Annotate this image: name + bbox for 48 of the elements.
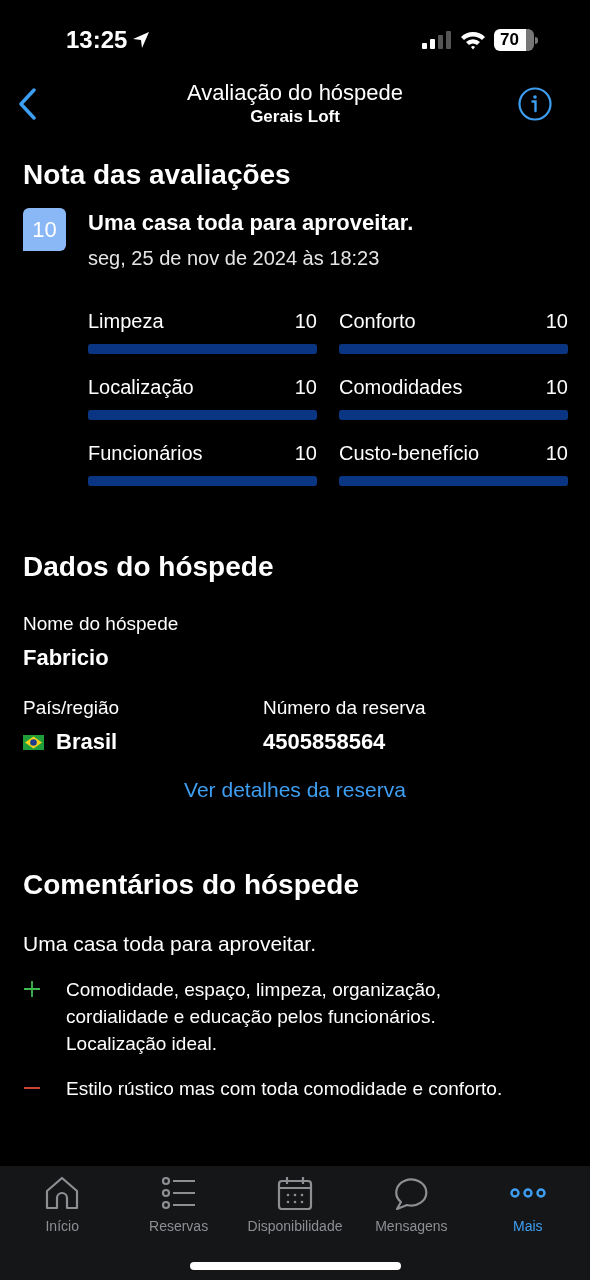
page-title: Avaliação do hóspede <box>186 80 404 106</box>
category-score: 10 <box>294 309 317 334</box>
category-label: Custo-benefício <box>339 441 480 466</box>
comment-text: Comodidade, espaço, limpeza, organização, cordialidade e educação pelos funcionários. Localização ideal. <box>66 978 442 1056</box>
signal-icon <box>422 31 452 49</box>
section-title: Nota das avaliações <box>23 158 292 192</box>
chat-bubble-icon <box>393 1176 430 1210</box>
details-link[interactable]: Ver detalhes da reserva <box>184 776 406 804</box>
info-icon[interactable] <box>518 87 552 121</box>
field-label: Número da reserva <box>263 696 427 720</box>
country-value: Brasil <box>56 728 118 756</box>
list-icon <box>160 1176 197 1210</box>
field-label: Nome do hóspede <box>23 612 180 636</box>
tab-bar-item[interactable]: Disponibilidade <box>236 1176 354 1237</box>
category-score: 10 <box>294 375 317 400</box>
plus-icon <box>23 980 41 998</box>
booking-number: 4505858564 <box>263 728 387 756</box>
tab-bar-item[interactable]: Mais <box>469 1176 586 1237</box>
category-score: 10 <box>294 441 317 466</box>
guest-name: Fabricio <box>23 644 110 672</box>
comment-text: Estilo rústico mas com toda comodidade e conforto. <box>66 1077 504 1101</box>
flag-icon <box>23 734 44 750</box>
wifi-icon <box>460 30 486 50</box>
category-score: 10 <box>545 375 568 400</box>
category-label: Limpeza <box>88 309 164 334</box>
category-label: Localização <box>88 375 194 400</box>
review-date: seg, 25 de nov de 2024 às 18:23 <box>88 246 381 271</box>
tab-bar-item[interactable]: Início <box>4 1176 121 1237</box>
calendar-icon <box>277 1176 313 1210</box>
comment-headline: Uma casa toda para aproveitar. <box>23 931 317 957</box>
category-label: Conforto <box>339 309 416 334</box>
minus-icon <box>23 1087 41 1089</box>
review-headline: Uma casa toda para aproveitar. <box>88 209 414 237</box>
score-badge: 10 <box>23 208 66 251</box>
home-icon <box>44 1176 81 1210</box>
category-label: Comodidades <box>339 375 463 400</box>
tab-bar-item[interactable]: Mensagens <box>353 1176 470 1237</box>
category-label: Funcionários <box>88 441 203 466</box>
category-score: 10 <box>545 309 568 334</box>
back-icon[interactable] <box>17 88 37 120</box>
location-arrow-icon <box>131 30 152 50</box>
page-subtitle: Gerais Loft <box>250 106 340 128</box>
tab-bar-item[interactable]: Reservas <box>120 1176 237 1237</box>
category-score: 10 <box>545 441 568 466</box>
status-time: 13:25 <box>66 25 128 55</box>
section-title: Comentários do hóspede <box>23 868 361 902</box>
more-icon <box>509 1188 546 1198</box>
section-title: Dados do hóspede <box>23 550 275 584</box>
